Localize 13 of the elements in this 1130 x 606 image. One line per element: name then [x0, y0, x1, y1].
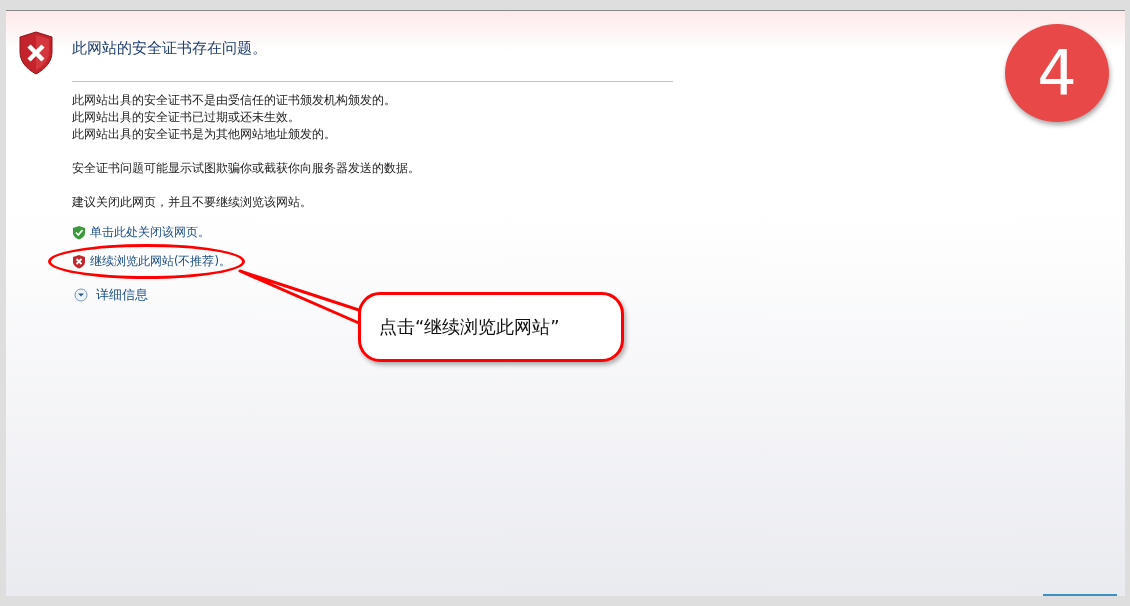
- page-link[interactable]: 继续浏览此网站(不推荐)。: [90, 254, 231, 269]
- details-toggle[interactable]: 详细信息: [72, 286, 148, 304]
- error-shield-icon: [18, 31, 54, 75]
- page-link[interactable]: 单击此处关闭该网页。: [90, 225, 210, 240]
- check-shield-icon: [72, 225, 86, 240]
- reason-text: 此网站出具的安全证书不是由受信任的证书颁发机构颁发的。: [72, 92, 397, 109]
- page-title: 此网站的安全证书存在问题。: [72, 39, 268, 58]
- x-shield-icon: [72, 254, 86, 269]
- reason-text: 此网站出具的安全证书是为其他网站地址颁发的。: [72, 126, 337, 143]
- reason-text: 此网站出具的安全证书已过期或还未生效。: [72, 109, 301, 126]
- warning-text: 安全证书问题可能显示试图欺骗你或截获你向服务器发送的数据。: [72, 160, 421, 177]
- advice-text: 建议关闭此网页，并且不要继续浏览该网站。: [72, 194, 313, 211]
- step-badge: 4: [1005, 24, 1109, 122]
